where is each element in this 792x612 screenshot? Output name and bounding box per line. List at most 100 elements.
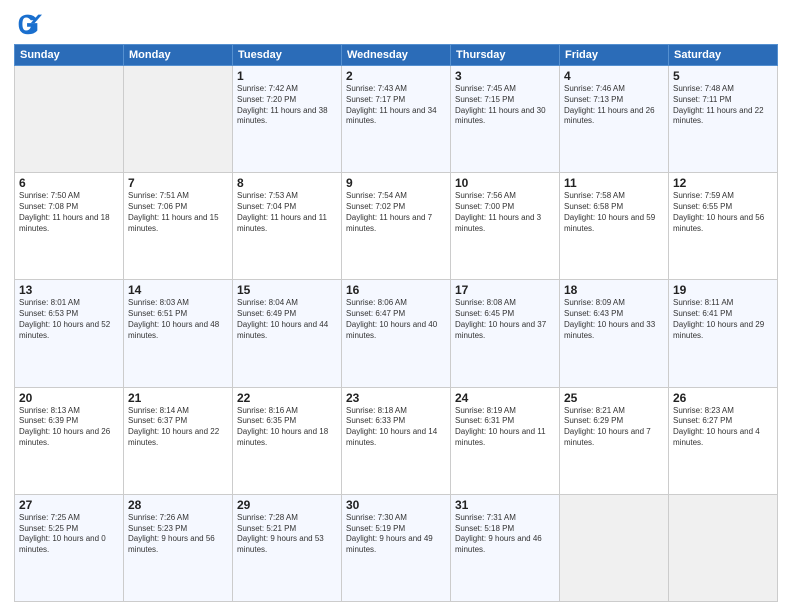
day-info: Sunrise: 7:42 AMSunset: 7:20 PMDaylight:…: [237, 84, 337, 127]
day-number: 2: [346, 69, 446, 83]
day-number: 1: [237, 69, 337, 83]
day-info: Sunrise: 7:50 AMSunset: 7:08 PMDaylight:…: [19, 191, 119, 234]
day-cell: [669, 494, 778, 601]
day-info: Sunrise: 7:26 AMSunset: 5:23 PMDaylight:…: [128, 513, 228, 556]
day-cell: 24Sunrise: 8:19 AMSunset: 6:31 PMDayligh…: [451, 387, 560, 494]
day-info: Sunrise: 7:25 AMSunset: 5:25 PMDaylight:…: [19, 513, 119, 556]
day-info: Sunrise: 8:09 AMSunset: 6:43 PMDaylight:…: [564, 298, 664, 341]
day-cell: 31Sunrise: 7:31 AMSunset: 5:18 PMDayligh…: [451, 494, 560, 601]
day-cell: 3Sunrise: 7:45 AMSunset: 7:15 PMDaylight…: [451, 66, 560, 173]
day-number: 9: [346, 176, 446, 190]
day-header-wednesday: Wednesday: [342, 45, 451, 66]
day-cell: 28Sunrise: 7:26 AMSunset: 5:23 PMDayligh…: [124, 494, 233, 601]
day-info: Sunrise: 7:53 AMSunset: 7:04 PMDaylight:…: [237, 191, 337, 234]
header: [14, 10, 778, 38]
day-header-sunday: Sunday: [15, 45, 124, 66]
day-cell: 11Sunrise: 7:58 AMSunset: 6:58 PMDayligh…: [560, 173, 669, 280]
day-info: Sunrise: 7:28 AMSunset: 5:21 PMDaylight:…: [237, 513, 337, 556]
day-cell: 17Sunrise: 8:08 AMSunset: 6:45 PMDayligh…: [451, 280, 560, 387]
day-number: 4: [564, 69, 664, 83]
day-number: 7: [128, 176, 228, 190]
day-number: 15: [237, 283, 337, 297]
day-number: 11: [564, 176, 664, 190]
day-number: 14: [128, 283, 228, 297]
day-number: 17: [455, 283, 555, 297]
day-header-friday: Friday: [560, 45, 669, 66]
day-number: 25: [564, 391, 664, 405]
day-cell: [124, 66, 233, 173]
day-cell: 26Sunrise: 8:23 AMSunset: 6:27 PMDayligh…: [669, 387, 778, 494]
day-info: Sunrise: 7:46 AMSunset: 7:13 PMDaylight:…: [564, 84, 664, 127]
day-cell: 9Sunrise: 7:54 AMSunset: 7:02 PMDaylight…: [342, 173, 451, 280]
calendar-page: SundayMondayTuesdayWednesdayThursdayFrid…: [0, 0, 792, 612]
day-cell: 25Sunrise: 8:21 AMSunset: 6:29 PMDayligh…: [560, 387, 669, 494]
day-number: 13: [19, 283, 119, 297]
logo: [14, 10, 46, 38]
header-row: SundayMondayTuesdayWednesdayThursdayFrid…: [15, 45, 778, 66]
day-header-monday: Monday: [124, 45, 233, 66]
day-cell: [15, 66, 124, 173]
day-number: 20: [19, 391, 119, 405]
day-cell: 10Sunrise: 7:56 AMSunset: 7:00 PMDayligh…: [451, 173, 560, 280]
day-cell: 12Sunrise: 7:59 AMSunset: 6:55 PMDayligh…: [669, 173, 778, 280]
day-info: Sunrise: 8:23 AMSunset: 6:27 PMDaylight:…: [673, 406, 773, 449]
day-info: Sunrise: 8:04 AMSunset: 6:49 PMDaylight:…: [237, 298, 337, 341]
day-info: Sunrise: 8:03 AMSunset: 6:51 PMDaylight:…: [128, 298, 228, 341]
day-cell: 30Sunrise: 7:30 AMSunset: 5:19 PMDayligh…: [342, 494, 451, 601]
day-info: Sunrise: 8:14 AMSunset: 6:37 PMDaylight:…: [128, 406, 228, 449]
week-row-4: 20Sunrise: 8:13 AMSunset: 6:39 PMDayligh…: [15, 387, 778, 494]
day-cell: 13Sunrise: 8:01 AMSunset: 6:53 PMDayligh…: [15, 280, 124, 387]
day-info: Sunrise: 8:21 AMSunset: 6:29 PMDaylight:…: [564, 406, 664, 449]
week-row-1: 1Sunrise: 7:42 AMSunset: 7:20 PMDaylight…: [15, 66, 778, 173]
day-cell: 29Sunrise: 7:28 AMSunset: 5:21 PMDayligh…: [233, 494, 342, 601]
day-info: Sunrise: 7:45 AMSunset: 7:15 PMDaylight:…: [455, 84, 555, 127]
day-cell: 18Sunrise: 8:09 AMSunset: 6:43 PMDayligh…: [560, 280, 669, 387]
day-number: 30: [346, 498, 446, 512]
day-info: Sunrise: 7:48 AMSunset: 7:11 PMDaylight:…: [673, 84, 773, 127]
day-header-thursday: Thursday: [451, 45, 560, 66]
day-cell: 16Sunrise: 8:06 AMSunset: 6:47 PMDayligh…: [342, 280, 451, 387]
day-info: Sunrise: 8:16 AMSunset: 6:35 PMDaylight:…: [237, 406, 337, 449]
day-cell: 14Sunrise: 8:03 AMSunset: 6:51 PMDayligh…: [124, 280, 233, 387]
day-number: 18: [564, 283, 664, 297]
day-cell: 20Sunrise: 8:13 AMSunset: 6:39 PMDayligh…: [15, 387, 124, 494]
week-row-3: 13Sunrise: 8:01 AMSunset: 6:53 PMDayligh…: [15, 280, 778, 387]
day-cell: 6Sunrise: 7:50 AMSunset: 7:08 PMDaylight…: [15, 173, 124, 280]
day-info: Sunrise: 8:18 AMSunset: 6:33 PMDaylight:…: [346, 406, 446, 449]
day-cell: [560, 494, 669, 601]
week-row-2: 6Sunrise: 7:50 AMSunset: 7:08 PMDaylight…: [15, 173, 778, 280]
day-cell: 21Sunrise: 8:14 AMSunset: 6:37 PMDayligh…: [124, 387, 233, 494]
day-number: 27: [19, 498, 119, 512]
day-cell: 15Sunrise: 8:04 AMSunset: 6:49 PMDayligh…: [233, 280, 342, 387]
day-number: 23: [346, 391, 446, 405]
day-number: 3: [455, 69, 555, 83]
day-cell: 4Sunrise: 7:46 AMSunset: 7:13 PMDaylight…: [560, 66, 669, 173]
day-number: 31: [455, 498, 555, 512]
day-number: 29: [237, 498, 337, 512]
week-row-5: 27Sunrise: 7:25 AMSunset: 5:25 PMDayligh…: [15, 494, 778, 601]
day-cell: 8Sunrise: 7:53 AMSunset: 7:04 PMDaylight…: [233, 173, 342, 280]
day-number: 22: [237, 391, 337, 405]
day-cell: 22Sunrise: 8:16 AMSunset: 6:35 PMDayligh…: [233, 387, 342, 494]
day-number: 6: [19, 176, 119, 190]
day-info: Sunrise: 8:13 AMSunset: 6:39 PMDaylight:…: [19, 406, 119, 449]
day-info: Sunrise: 7:54 AMSunset: 7:02 PMDaylight:…: [346, 191, 446, 234]
day-info: Sunrise: 8:11 AMSunset: 6:41 PMDaylight:…: [673, 298, 773, 341]
day-cell: 5Sunrise: 7:48 AMSunset: 7:11 PMDaylight…: [669, 66, 778, 173]
day-info: Sunrise: 8:06 AMSunset: 6:47 PMDaylight:…: [346, 298, 446, 341]
day-info: Sunrise: 7:31 AMSunset: 5:18 PMDaylight:…: [455, 513, 555, 556]
day-number: 21: [128, 391, 228, 405]
day-number: 26: [673, 391, 773, 405]
day-info: Sunrise: 7:58 AMSunset: 6:58 PMDaylight:…: [564, 191, 664, 234]
day-cell: 2Sunrise: 7:43 AMSunset: 7:17 PMDaylight…: [342, 66, 451, 173]
day-number: 5: [673, 69, 773, 83]
day-info: Sunrise: 7:56 AMSunset: 7:00 PMDaylight:…: [455, 191, 555, 234]
day-info: Sunrise: 7:30 AMSunset: 5:19 PMDaylight:…: [346, 513, 446, 556]
day-number: 28: [128, 498, 228, 512]
day-info: Sunrise: 8:01 AMSunset: 6:53 PMDaylight:…: [19, 298, 119, 341]
day-number: 19: [673, 283, 773, 297]
day-cell: 19Sunrise: 8:11 AMSunset: 6:41 PMDayligh…: [669, 280, 778, 387]
day-number: 24: [455, 391, 555, 405]
day-info: Sunrise: 7:59 AMSunset: 6:55 PMDaylight:…: [673, 191, 773, 234]
day-cell: 27Sunrise: 7:25 AMSunset: 5:25 PMDayligh…: [15, 494, 124, 601]
